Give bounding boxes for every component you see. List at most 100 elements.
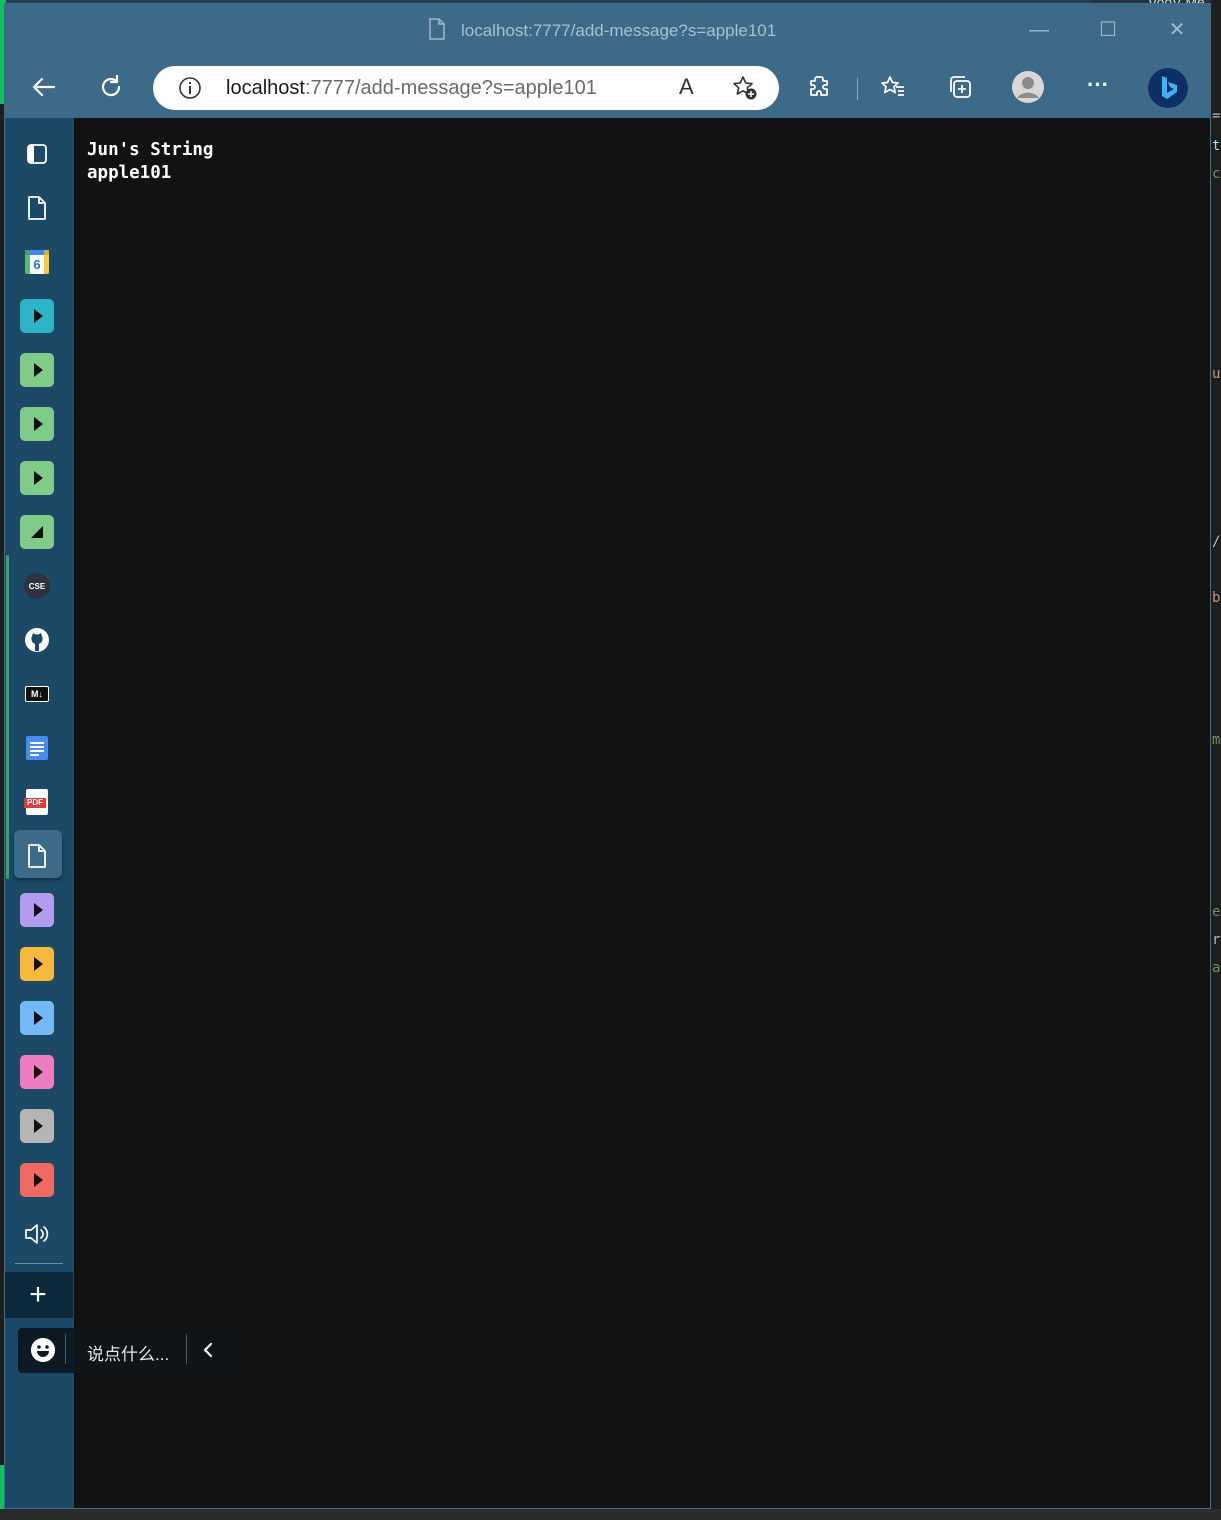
chat-input[interactable]: 说点什么... — [87, 1340, 169, 1365]
taskbar-edge — [0, 1509, 1221, 1520]
add-favorite-icon[interactable] — [731, 74, 759, 102]
refresh-button[interactable] — [93, 69, 129, 105]
bg-char: m — [1212, 732, 1221, 748]
pdf-label: PDF — [24, 798, 46, 808]
sidebar-item-docs[interactable] — [19, 730, 55, 766]
chat-collapse-button[interactable] — [198, 1337, 222, 1363]
info-icon[interactable] — [177, 75, 203, 101]
play-icon — [20, 893, 54, 927]
calendar-badge: 6 — [33, 257, 40, 272]
address-bar[interactable]: localhost:7777/add-message?s=apple101 A — [153, 66, 779, 110]
collections-button[interactable] — [942, 69, 978, 105]
sidebar-item-app-teal[interactable] — [19, 298, 55, 334]
bing-icon — [1148, 68, 1188, 108]
play-icon — [20, 1001, 54, 1035]
sidebar-divider — [15, 1263, 63, 1264]
favorites-icon — [881, 76, 904, 96]
sidebar: 6 CSE M↓ PDF + — [5, 118, 73, 1508]
bg-char: r — [1212, 932, 1221, 948]
sidebar-group-indicator — [6, 555, 9, 879]
bg-char: b — [1212, 590, 1221, 606]
browser-toolbar: localhost:7777/add-message?s=apple101 A — [5, 56, 1210, 118]
sidebar-add-button[interactable]: + — [5, 1272, 73, 1318]
sidebar-item-cse[interactable]: CSE — [19, 568, 55, 604]
page-line-title: Jun's String — [87, 140, 214, 160]
play-icon — [20, 947, 54, 981]
play-icon — [20, 353, 54, 387]
play-icon — [20, 1109, 54, 1143]
sidebar-item-page-active[interactable] — [19, 838, 55, 874]
favorites-button[interactable] — [875, 69, 911, 105]
chevron-left-icon — [203, 1342, 213, 1358]
back-button[interactable] — [26, 69, 62, 105]
sidebar-item-app-red[interactable] — [19, 1162, 55, 1198]
docs-icon — [26, 736, 48, 760]
sidebar-item-app-pink[interactable] — [19, 1054, 55, 1090]
sidebar-item-app-green-3[interactable] — [19, 460, 55, 496]
markdown-icon: M↓ — [25, 686, 49, 702]
plus-icon: + — [29, 1278, 47, 1311]
page-content: Jun's String apple101 — [74, 118, 1210, 1508]
chat-divider — [65, 1334, 66, 1364]
bing-button[interactable] — [1146, 66, 1190, 110]
bg-char: a — [1212, 960, 1221, 976]
url-path: :7777/add-message?s=apple101 — [304, 77, 597, 99]
back-icon — [32, 77, 56, 97]
bg-char: e — [1212, 904, 1221, 920]
bg-char: = — [1212, 108, 1221, 124]
sidebar-item-github[interactable] — [19, 622, 55, 658]
sidebar-item-app-green-2[interactable] — [19, 406, 55, 442]
bg-char: c — [1212, 166, 1221, 182]
volume-icon — [25, 1224, 49, 1244]
minimize-button[interactable]: — — [1025, 16, 1053, 44]
window-title: localhost:7777/add-message?s=apple101 — [461, 21, 777, 40]
play-icon — [20, 299, 54, 333]
sidebar-item-app-yellow[interactable] — [19, 946, 55, 982]
cse-icon: CSE — [24, 573, 50, 599]
calendar-icon: 6 — [25, 250, 49, 274]
sidebar-item-app-blue[interactable] — [19, 1000, 55, 1036]
profile-button[interactable] — [1010, 69, 1046, 105]
chat-divider — [186, 1334, 187, 1364]
page-icon — [28, 196, 46, 220]
more-button[interactable]: ··· — [1080, 67, 1116, 103]
github-icon — [25, 628, 49, 652]
collections-icon — [950, 76, 971, 98]
sidebar-item-pdf[interactable]: PDF — [19, 784, 55, 820]
sidebar-item-app-green-1[interactable] — [19, 352, 55, 388]
sidebar-item-volume[interactable] — [19, 1216, 55, 1252]
close-button[interactable]: ✕ — [1163, 16, 1191, 44]
triangle-icon — [20, 515, 54, 549]
pdf-icon: PDF — [24, 789, 48, 815]
browser-window: localhost:7777/add-message?s=apple101 — … — [4, 3, 1211, 1509]
page-body-text: Jun's String apple101 — [87, 139, 213, 185]
sidebar-item-markdown[interactable]: M↓ — [19, 676, 55, 712]
bg-char: / — [1212, 534, 1221, 550]
play-icon — [20, 407, 54, 441]
page-icon — [429, 18, 445, 40]
sidebar-item-page[interactable] — [19, 190, 55, 226]
extensions-icon — [810, 76, 828, 96]
refresh-icon — [101, 74, 121, 97]
maximize-button[interactable]: ☐ — [1094, 16, 1122, 44]
desktop: VooV Me = t c u / b m e r a localhost:77… — [0, 0, 1221, 1520]
url-text[interactable]: localhost:7777/add-message?s=apple101 — [226, 77, 597, 100]
play-icon — [20, 1055, 54, 1089]
page-icon — [28, 844, 46, 868]
title-bar: localhost:7777/add-message?s=apple101 — … — [5, 4, 1210, 56]
sidebar-item-tab-actions[interactable] — [19, 136, 55, 172]
extensions-button[interactable] — [803, 69, 839, 105]
emoji-icon — [31, 1338, 55, 1362]
sidebar-item-app-green-4[interactable] — [19, 514, 55, 550]
sidebar-item-app-gray[interactable] — [19, 1108, 55, 1144]
tab-actions-icon — [27, 144, 47, 164]
bg-char: u — [1212, 366, 1221, 382]
toolbar-divider — [857, 78, 858, 100]
page-line-value: apple101 — [87, 163, 172, 183]
url-host: localhost — [226, 77, 305, 99]
read-aloud-icon[interactable]: A — [679, 74, 694, 100]
background-editor-edge — [1211, 0, 1221, 1520]
profile-icon — [1012, 71, 1044, 103]
sidebar-item-app-purple[interactable] — [19, 892, 55, 928]
sidebar-item-calendar[interactable]: 6 — [19, 244, 55, 280]
